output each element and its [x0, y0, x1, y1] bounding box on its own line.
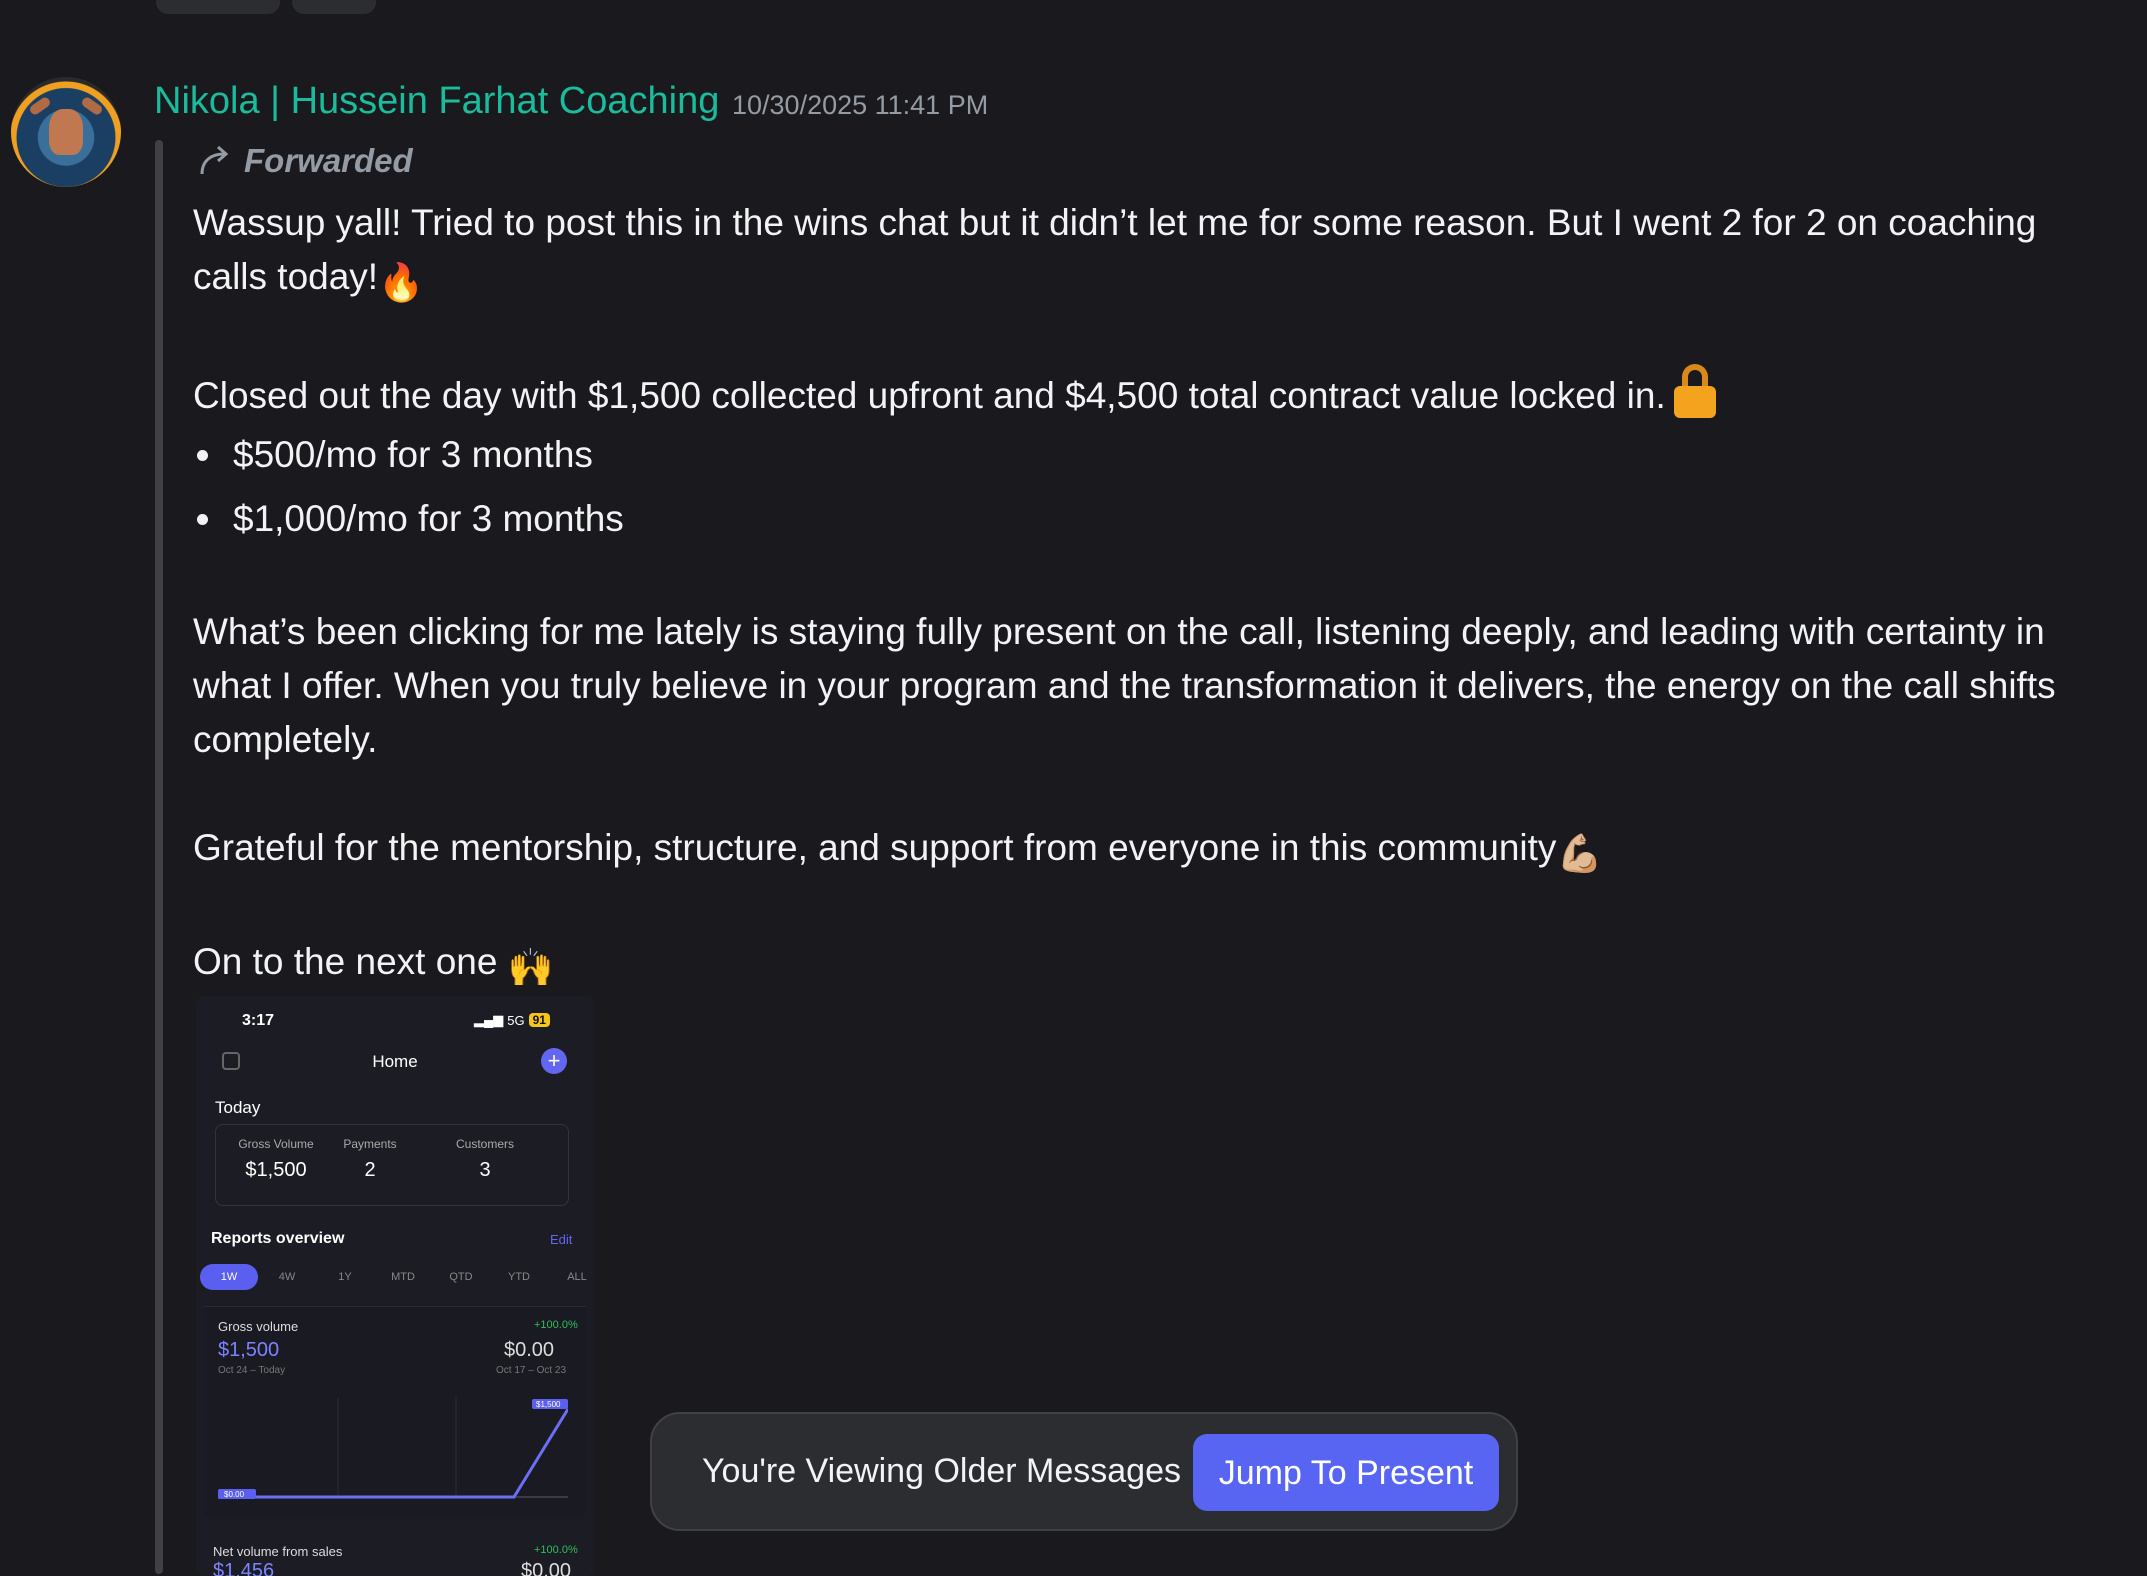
period-tab: ALL — [567, 1271, 587, 1283]
lock-icon — [1673, 364, 1716, 418]
edit-link: Edit — [550, 1232, 573, 1247]
older-messages-text: You're Viewing Older Messages — [702, 1452, 1181, 1490]
period-tab: QTD — [449, 1271, 473, 1283]
list-item: $500/mo for 3 months — [193, 423, 2093, 487]
forward-quote-bar — [155, 140, 163, 1574]
today-label: Today — [215, 1098, 261, 1117]
signal-icon: ▂▄▆ — [474, 1012, 504, 1027]
svg-text:$1,500: $1,500 — [536, 1400, 561, 1409]
stat-payments: Payments 2 — [343, 1137, 397, 1181]
message-paragraph: Closed out the day with $1,500 collected… — [193, 364, 2093, 423]
message-paragraph: Grateful for the mentorship, structure, … — [193, 821, 2093, 881]
message-paragraph: Wassup yall! Tried to post this in the w… — [193, 196, 2093, 310]
forwarded-text: Forwarded — [244, 142, 413, 179]
gross-volume-card: Gross volume +100.0% $1,500 $0.00 Oct 24… — [204, 1306, 586, 1517]
reaction-pill[interactable] — [292, 0, 376, 14]
svg-text:$0.00: $0.00 — [224, 1490, 245, 1499]
stat-customers: Customers 3 — [455, 1137, 514, 1181]
forward-arrow-icon — [200, 145, 229, 175]
net-volume-delta: +100.0% — [534, 1544, 578, 1556]
plus-icon: + — [541, 1048, 567, 1074]
older-messages-banner: You're Viewing Older Messages Jump To Pr… — [650, 1412, 1518, 1531]
net-volume-label: Net volume from sales — [213, 1544, 343, 1559]
raised-hands-emoji: 🙌 — [507, 947, 554, 988]
period-tabs: 1W 4W 1Y MTD QTD YTD ALL — [200, 1264, 594, 1290]
today-stats-card: Gross Volume $1,500 Payments 2 Customers 3 — [215, 1124, 569, 1206]
reaction-pill[interactable] — [156, 0, 280, 14]
jump-to-present-button[interactable]: Jump To Present — [1193, 1434, 1499, 1511]
message-timestamp: 10/30/2025 11:41 PM — [732, 90, 989, 120]
period-tab: MTD — [391, 1271, 415, 1283]
image-attachment[interactable]: 3:17 ▂▄▆ 5G 91 Home + Today Gross Volume… — [196, 996, 594, 1576]
fire-emoji: 🔥 — [378, 262, 425, 303]
forwarded-label: Forwarded — [198, 142, 413, 180]
muscle-emoji: 💪🏼 — [1556, 833, 1603, 874]
bullet-list: $500/mo for 3 months $1,000/mo for 3 mon… — [193, 423, 2093, 551]
stat-gross-volume: Gross Volume $1,500 — [238, 1137, 314, 1181]
author-name[interactable]: Nikola | Hussein Farhat Coaching — [154, 80, 719, 123]
reports-overview-label: Reports overview — [211, 1230, 345, 1247]
message-paragraph: What’s been clicking for me lately is st… — [193, 611, 2056, 760]
period-tab: 1Y — [338, 1271, 352, 1283]
signal-text: 5G — [507, 1012, 525, 1028]
screen-title: Home — [372, 1052, 418, 1071]
status-indicators: ▂▄▆ 5G 91 — [474, 1012, 550, 1028]
message-body: Wassup yall! Tried to post this in the w… — [193, 196, 2093, 995]
period-tab: 1W — [200, 1264, 258, 1290]
message-paragraph: On to the next one 🙌 — [193, 935, 2093, 995]
period-tab: 4W — [278, 1271, 296, 1283]
list-item: $1,000/mo for 3 months — [193, 487, 2093, 551]
status-time: 3:17 — [242, 1012, 275, 1029]
period-tab: YTD — [508, 1271, 530, 1283]
avatar[interactable] — [11, 77, 121, 187]
battery-badge: 91 — [528, 1013, 550, 1027]
gross-volume-chart: $0.00 $1,500 — [218, 1397, 568, 1499]
